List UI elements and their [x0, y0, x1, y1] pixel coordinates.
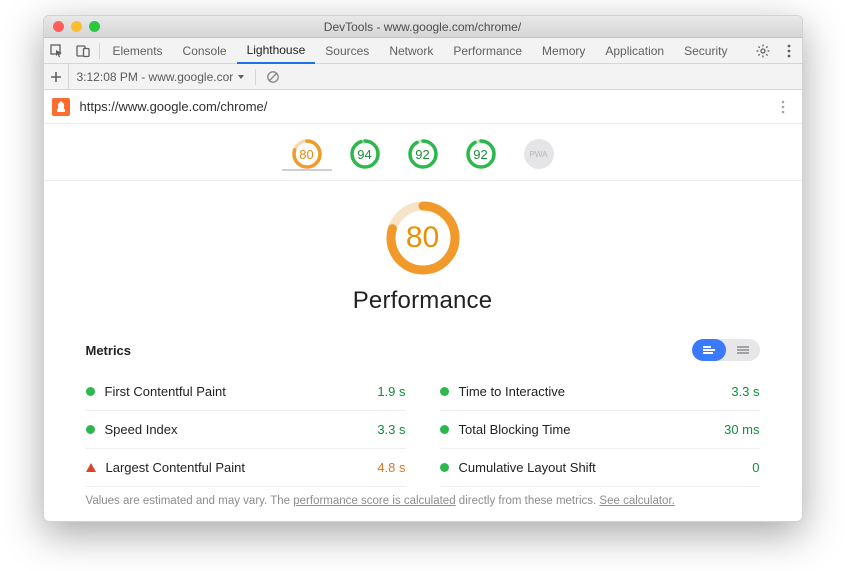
report-selector[interactable]: 3:12:08 PM - www.google.cor — [69, 70, 252, 84]
nav-score-accessibility: 94 — [349, 138, 381, 170]
tab-memory[interactable]: Memory — [532, 38, 595, 64]
tab-security[interactable]: Security — [674, 38, 737, 64]
footnote-link-calc-explain[interactable]: performance score is calculated — [293, 495, 455, 507]
report-body: 80 94 92 92 PWA — [44, 124, 802, 521]
nav-gauge-performance[interactable]: 80 — [291, 138, 323, 170]
metric-row: Time to Interactive 3.3 s — [440, 373, 760, 411]
nav-gauge-pwa[interactable]: PWA — [523, 138, 555, 170]
tab-elements[interactable]: Elements — [103, 38, 173, 64]
report-timestamp-label: 3:12:08 PM - www.google.cor — [77, 70, 234, 84]
metric-label: Cumulative Layout Shift — [459, 460, 596, 475]
tab-performance[interactable]: Performance — [443, 38, 532, 64]
metrics-view-toggle[interactable] — [692, 339, 760, 361]
footnote-text: directly from these metrics. — [456, 495, 600, 507]
metric-row: Total Blocking Time 30 ms — [440, 411, 760, 449]
nav-gauge-accessibility[interactable]: 94 — [349, 138, 381, 170]
metric-value: 0 — [752, 460, 759, 475]
metric-row: Speed Index 3.3 s — [86, 411, 406, 449]
metrics-header: Metrics — [44, 323, 802, 367]
tab-application[interactable]: Application — [595, 38, 674, 64]
metric-label: Speed Index — [105, 422, 178, 437]
devtools-tabstrip: Elements Console Lighthouse Sources Netw… — [44, 38, 802, 64]
category-heading: Performance — [44, 287, 802, 315]
metric-row: Largest Contentful Paint 4.8 s — [86, 449, 406, 487]
tab-lighthouse[interactable]: Lighthouse — [237, 38, 316, 64]
minimize-window-button[interactable] — [71, 21, 82, 32]
metric-value: 1.9 s — [377, 384, 405, 399]
nav-score-pwa: PWA — [523, 138, 555, 170]
gear-icon[interactable] — [750, 38, 776, 64]
metric-label: Total Blocking Time — [459, 422, 571, 437]
page-url: https://www.google.com/chrome/ — [80, 99, 772, 114]
main-gauge-section: 80 Performance — [44, 181, 802, 323]
metric-row: First Contentful Paint 1.9 s — [86, 373, 406, 411]
footnote-text: Values are estimated and may vary. The — [86, 495, 294, 507]
zoom-window-button[interactable] — [89, 21, 100, 32]
nav-gauge-best-practices[interactable]: 92 — [407, 138, 439, 170]
metric-row: Cumulative Layout Shift 0 — [440, 449, 760, 487]
toggle-view-compact-icon[interactable] — [726, 339, 760, 361]
nav-score-seo: 92 — [465, 138, 497, 170]
nav-gauge-seo[interactable]: 92 — [465, 138, 497, 170]
url-bar: https://www.google.com/chrome/ — [44, 90, 802, 124]
tab-sources[interactable]: Sources — [315, 38, 379, 64]
nav-score-performance: 80 — [291, 138, 323, 170]
new-report-button[interactable] — [44, 64, 69, 90]
lighthouse-toolbar: 3:12:08 PM - www.google.cor — [44, 64, 802, 90]
chevron-down-icon — [237, 73, 245, 81]
metrics-title: Metrics — [86, 343, 132, 358]
clear-icon[interactable] — [260, 64, 285, 90]
report-menu-icon[interactable] — [772, 100, 794, 114]
window-title: DevTools - www.google.com/chrome/ — [44, 20, 802, 34]
tab-console[interactable]: Console — [173, 38, 237, 64]
kebab-menu-icon[interactable] — [776, 38, 802, 64]
metric-value: 3.3 s — [377, 422, 405, 437]
window-titlebar: DevTools - www.google.com/chrome/ — [44, 16, 802, 38]
metrics-footnote: Values are estimated and may vary. The p… — [44, 487, 802, 507]
performance-gauge: 80 — [384, 199, 462, 277]
close-window-button[interactable] — [53, 21, 64, 32]
metric-label: First Contentful Paint — [105, 384, 226, 399]
footnote-link-see-calculator[interactable]: See calculator. — [599, 495, 674, 507]
performance-score: 80 — [384, 199, 462, 277]
toggle-device-icon[interactable] — [70, 38, 96, 64]
status-triangle-icon — [86, 463, 96, 472]
status-dot-icon — [86, 387, 95, 396]
toggle-view-expanded-icon[interactable] — [692, 339, 726, 361]
metric-label: Time to Interactive — [459, 384, 565, 399]
metrics-grid: First Contentful Paint 1.9 s Time to Int… — [44, 367, 802, 487]
status-dot-icon — [440, 425, 449, 434]
tab-network[interactable]: Network — [379, 38, 443, 64]
lighthouse-icon — [52, 98, 70, 116]
devtools-window: DevTools - www.google.com/chrome/ Elemen… — [43, 15, 803, 522]
status-dot-icon — [440, 463, 449, 472]
category-nav: 80 94 92 92 PWA — [44, 124, 802, 181]
metric-label: Largest Contentful Paint — [106, 460, 245, 475]
metric-value: 4.8 s — [377, 460, 405, 475]
metric-value: 3.3 s — [731, 384, 759, 399]
traffic-lights — [44, 21, 100, 32]
status-dot-icon — [440, 387, 449, 396]
nav-score-best-practices: 92 — [407, 138, 439, 170]
inspect-element-icon[interactable] — [44, 38, 70, 64]
metric-value: 30 ms — [724, 422, 759, 437]
status-dot-icon — [86, 425, 95, 434]
